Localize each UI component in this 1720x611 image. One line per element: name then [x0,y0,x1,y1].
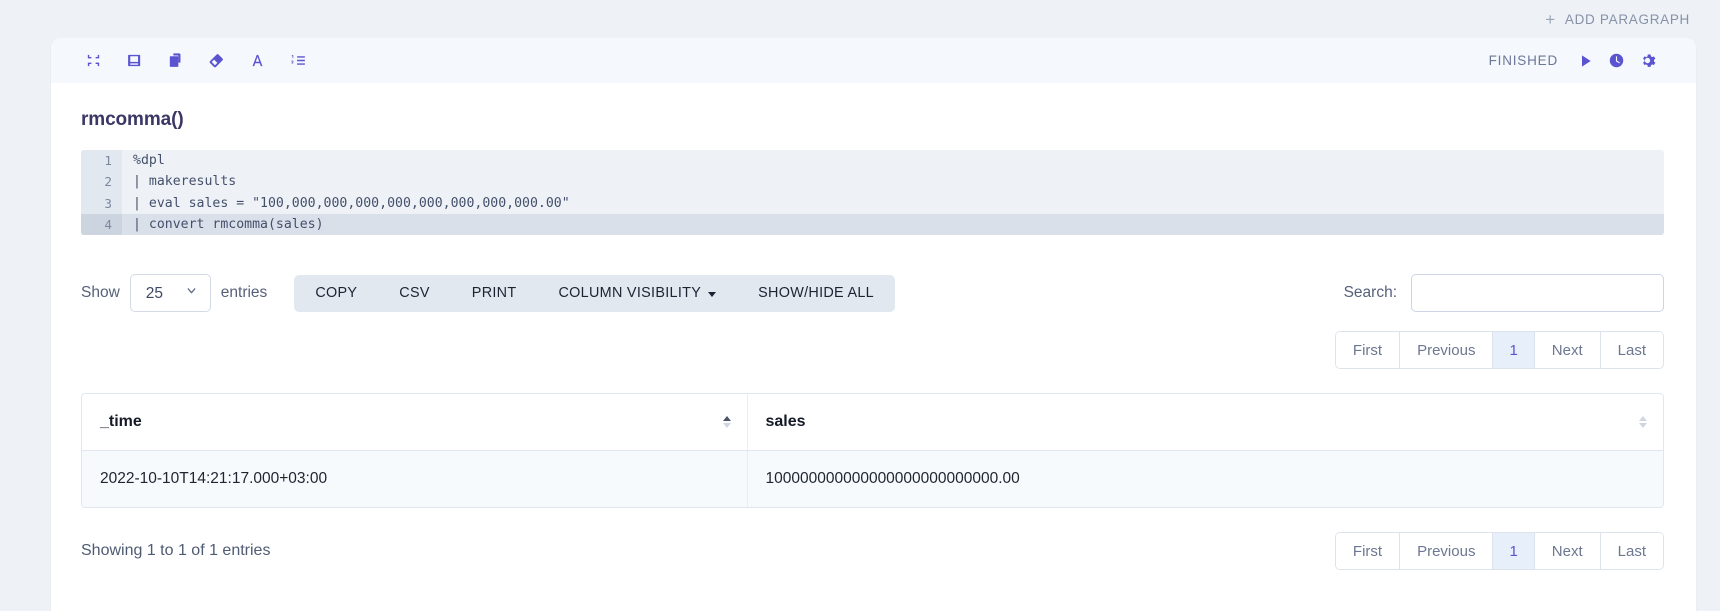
code-line[interactable]: 1 %dpl [81,150,1664,172]
paragraph-toolbar: FINISHED [51,38,1696,83]
book-icon[interactable] [120,47,148,75]
paragraph-toolbar-right: FINISHED [1489,52,1656,69]
csv-button-label: CSV [399,285,430,302]
pagination-top: First Previous 1 Next Last [51,331,1664,370]
code-line[interactable]: 3 | eval sales = "100,000,000,000,000,00… [81,192,1664,214]
sort-descending-icon [722,423,731,429]
pagination-group: First Previous 1 Next Last [1334,331,1664,370]
line-number: 1 [81,150,122,172]
plus-icon: + [1545,9,1556,29]
table-controls: Show 10 25 50 100 entries COPY CSV PRINT… [81,273,1664,313]
cell-sales: 100000000000000000000000000.00 [747,450,1663,508]
paragraph-toolbar-left [79,47,312,75]
search-label: Search: [1343,284,1397,302]
code-line-active[interactable]: 4 | convert rmcomma(sales) [81,213,1664,236]
sort-ascending-icon [722,416,731,422]
print-button[interactable]: PRINT [451,275,538,312]
collapse-expand-icon[interactable] [79,47,107,75]
column-header-sales[interactable]: sales [747,394,1663,452]
page-next-button-bottom[interactable]: Next [1534,533,1601,570]
show-label: Show [81,284,120,302]
page-previous-button[interactable]: Previous [1400,332,1494,369]
column-visibility-label: COLUMN VISIBILITY [558,285,702,302]
code-text: | makeresults [133,174,237,190]
page-length-select[interactable]: 10 25 50 100 [129,274,211,313]
code-line[interactable]: 2 | makeresults [81,171,1664,193]
list-numbered-icon[interactable] [284,47,312,75]
paragraph-card: FINISHED rmcomma() 1 %dpl 2 | makeresult… [51,38,1696,611]
clock-icon[interactable] [1608,52,1625,69]
caret-down-icon [708,291,717,297]
sort-descending-icon [1639,423,1647,429]
show-hide-all-label: SHOW/HIDE ALL [758,285,874,302]
print-button-label: PRINT [471,285,517,302]
status-badge: FINISHED [1488,53,1558,68]
search-control: Search: [1343,274,1664,313]
table-row: 2022-10-10T14:21:17.000+03:00 1000000000… [82,450,1663,508]
code-text: | eval sales = "100,000,000,000,000,000,… [133,195,570,211]
line-number: 4 [81,213,122,236]
page-first-button-bottom[interactable]: First [1335,533,1401,570]
code-editor[interactable]: 1 %dpl 2 | makeresults 3 | eval sales = … [81,150,1664,236]
cell-time: 2022-10-10T14:21:17.000+03:00 [82,450,748,508]
column-header-time-label: _time [100,413,142,431]
page-number-1-button-bottom[interactable]: 1 [1493,533,1535,570]
page-first-button[interactable]: First [1335,332,1401,369]
column-visibility-button[interactable]: COLUMN VISIBILITY [537,275,737,312]
copy-button-label: COPY [315,285,358,302]
csv-button[interactable]: CSV [378,275,451,312]
results-table: _time sales 2022-10-10T14:21:17.000+03:0… [82,394,1663,508]
sort-arrows-icon [1639,416,1647,429]
top-bar: + ADD PARAGRAPH [0,0,1720,38]
page-previous-button-bottom[interactable]: Previous [1400,533,1494,570]
sort-arrows-icon [722,416,731,429]
page-last-button-bottom[interactable]: Last [1600,533,1663,570]
code-text: | convert rmcomma(sales) [133,216,324,232]
line-number: 2 [81,171,122,193]
show-hide-all-button[interactable]: SHOW/HIDE ALL [737,275,895,312]
search-input[interactable] [1411,274,1664,313]
page-last-button[interactable]: Last [1600,332,1663,369]
table-footer: Showing 1 to 1 of 1 entries First Previo… [81,532,1664,571]
add-paragraph-button[interactable]: + ADD PARAGRAPH [1545,11,1690,28]
table-body: 2022-10-10T14:21:17.000+03:00 1000000000… [82,450,1663,508]
page-title: rmcomma() [81,109,184,130]
table-head: _time sales [82,394,1663,452]
run-icon[interactable] [1578,53,1594,69]
copy-button[interactable]: COPY [294,275,378,312]
results-table-wrap: _time sales 2022-10-10T14:21:17.000+03:0… [81,393,1664,509]
eraser-icon[interactable] [202,47,230,75]
sort-ascending-icon [1639,416,1647,422]
add-paragraph-label: ADD PARAGRAPH [1564,11,1690,27]
page-next-button[interactable]: Next [1534,332,1601,369]
page-length-select-wrap: 10 25 50 100 [129,274,211,313]
code-text: %dpl [133,153,165,168]
entries-info: Showing 1 to 1 of 1 entries [81,542,271,560]
entries-label: entries [220,284,268,302]
table-header-row: _time sales [82,394,1663,452]
line-number: 3 [81,192,122,214]
pagination-bottom: First Previous 1 Next Last [1334,532,1664,571]
copy-icon[interactable] [161,47,189,75]
font-icon[interactable] [243,47,271,75]
export-button-group: COPY CSV PRINT COLUMN VISIBILITY SHOW/HI… [294,274,895,312]
column-header-sales-label: sales [765,413,806,431]
gear-icon[interactable] [1639,52,1656,69]
page-length-control: Show 10 25 50 100 entries [81,274,268,313]
column-header-time[interactable]: _time [82,394,748,452]
page-number-1-button[interactable]: 1 [1493,332,1535,369]
